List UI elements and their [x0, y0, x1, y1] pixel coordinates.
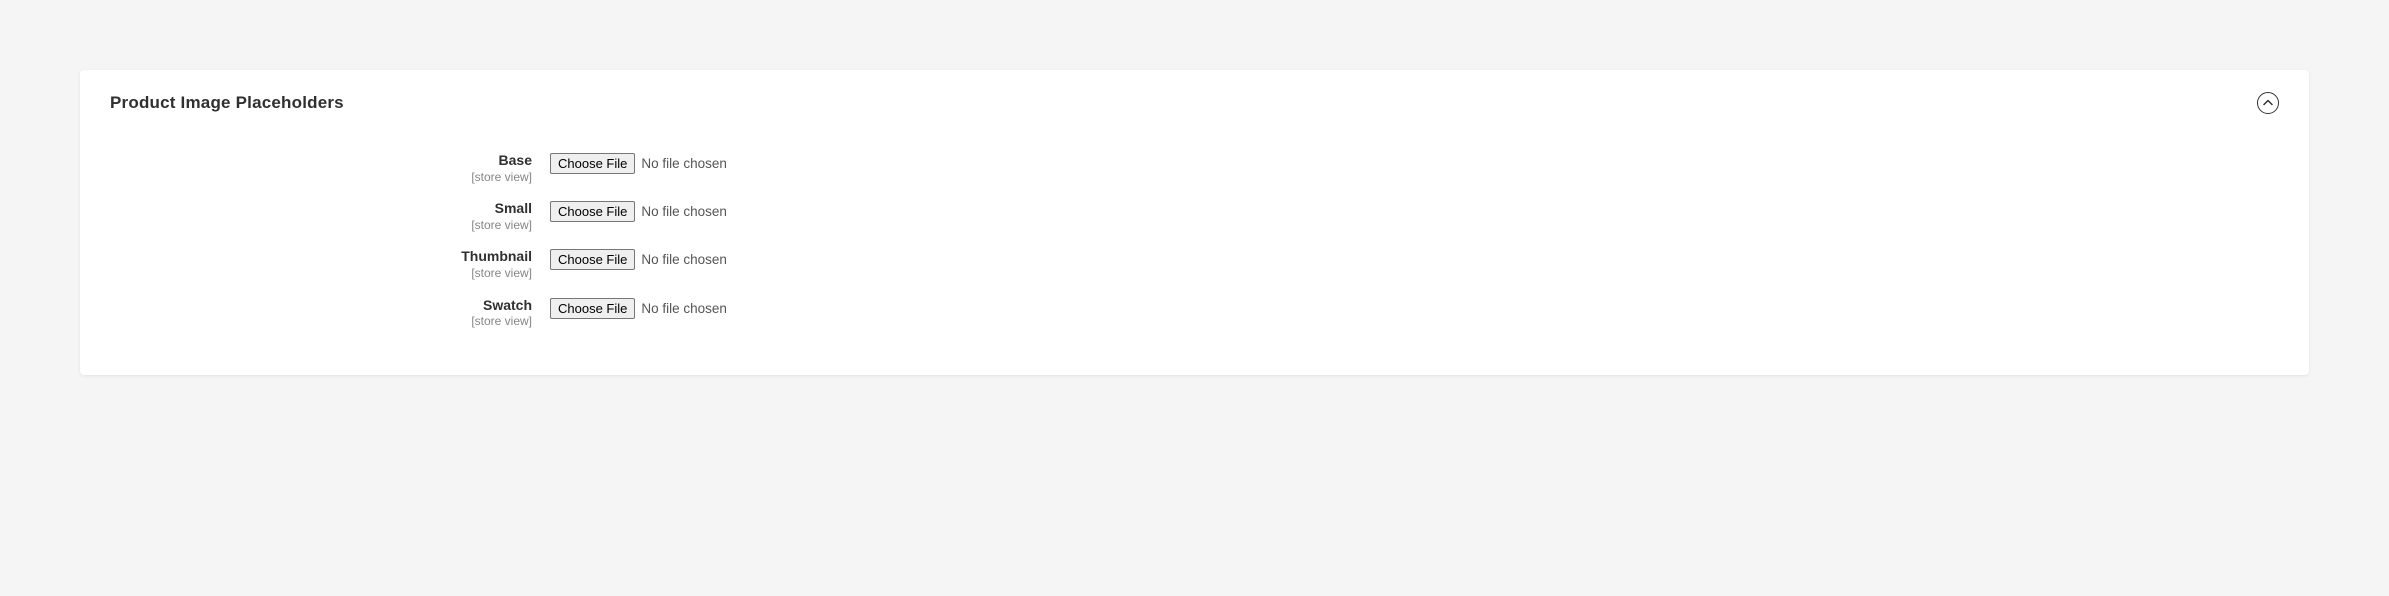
- file-input-thumbnail[interactable]: Choose File No file chosen: [550, 249, 727, 270]
- input-column: Choose File No file chosen: [550, 248, 727, 270]
- file-status-thumbnail: No file chosen: [641, 252, 727, 267]
- scope-label-swatch: [store view]: [110, 314, 532, 328]
- choose-file-button-thumbnail[interactable]: Choose File: [550, 249, 635, 270]
- form-body: Base [store view] Choose File No file ch…: [110, 152, 2279, 329]
- label-column: Small [store view]: [110, 200, 550, 232]
- field-label-base: Base: [110, 152, 532, 169]
- chevron-up-icon: [2263, 98, 2273, 108]
- product-image-placeholders-panel: Product Image Placeholders Base [store v…: [80, 70, 2309, 375]
- field-row-thumbnail: Thumbnail [store view] Choose File No fi…: [110, 248, 2279, 280]
- field-label-small: Small: [110, 200, 532, 217]
- choose-file-button-swatch[interactable]: Choose File: [550, 298, 635, 319]
- field-row-base: Base [store view] Choose File No file ch…: [110, 152, 2279, 184]
- scope-label-base: [store view]: [110, 170, 532, 184]
- scope-label-small: [store view]: [110, 218, 532, 232]
- label-column: Swatch [store view]: [110, 297, 550, 329]
- section-title: Product Image Placeholders: [110, 93, 344, 113]
- file-input-swatch[interactable]: Choose File No file chosen: [550, 298, 727, 319]
- input-column: Choose File No file chosen: [550, 297, 727, 319]
- file-status-base: No file chosen: [641, 156, 727, 171]
- field-label-thumbnail: Thumbnail: [110, 248, 532, 265]
- collapse-toggle-button[interactable]: [2257, 92, 2279, 114]
- input-column: Choose File No file chosen: [550, 152, 727, 174]
- input-column: Choose File No file chosen: [550, 200, 727, 222]
- field-label-swatch: Swatch: [110, 297, 532, 314]
- file-input-small[interactable]: Choose File No file chosen: [550, 201, 727, 222]
- choose-file-button-base[interactable]: Choose File: [550, 153, 635, 174]
- choose-file-button-small[interactable]: Choose File: [550, 201, 635, 222]
- label-column: Thumbnail [store view]: [110, 248, 550, 280]
- file-status-small: No file chosen: [641, 204, 727, 219]
- label-column: Base [store view]: [110, 152, 550, 184]
- panel-header: Product Image Placeholders: [110, 92, 2279, 114]
- file-input-base[interactable]: Choose File No file chosen: [550, 153, 727, 174]
- file-status-swatch: No file chosen: [641, 301, 727, 316]
- field-row-small: Small [store view] Choose File No file c…: [110, 200, 2279, 232]
- field-row-swatch: Swatch [store view] Choose File No file …: [110, 297, 2279, 329]
- scope-label-thumbnail: [store view]: [110, 266, 532, 280]
